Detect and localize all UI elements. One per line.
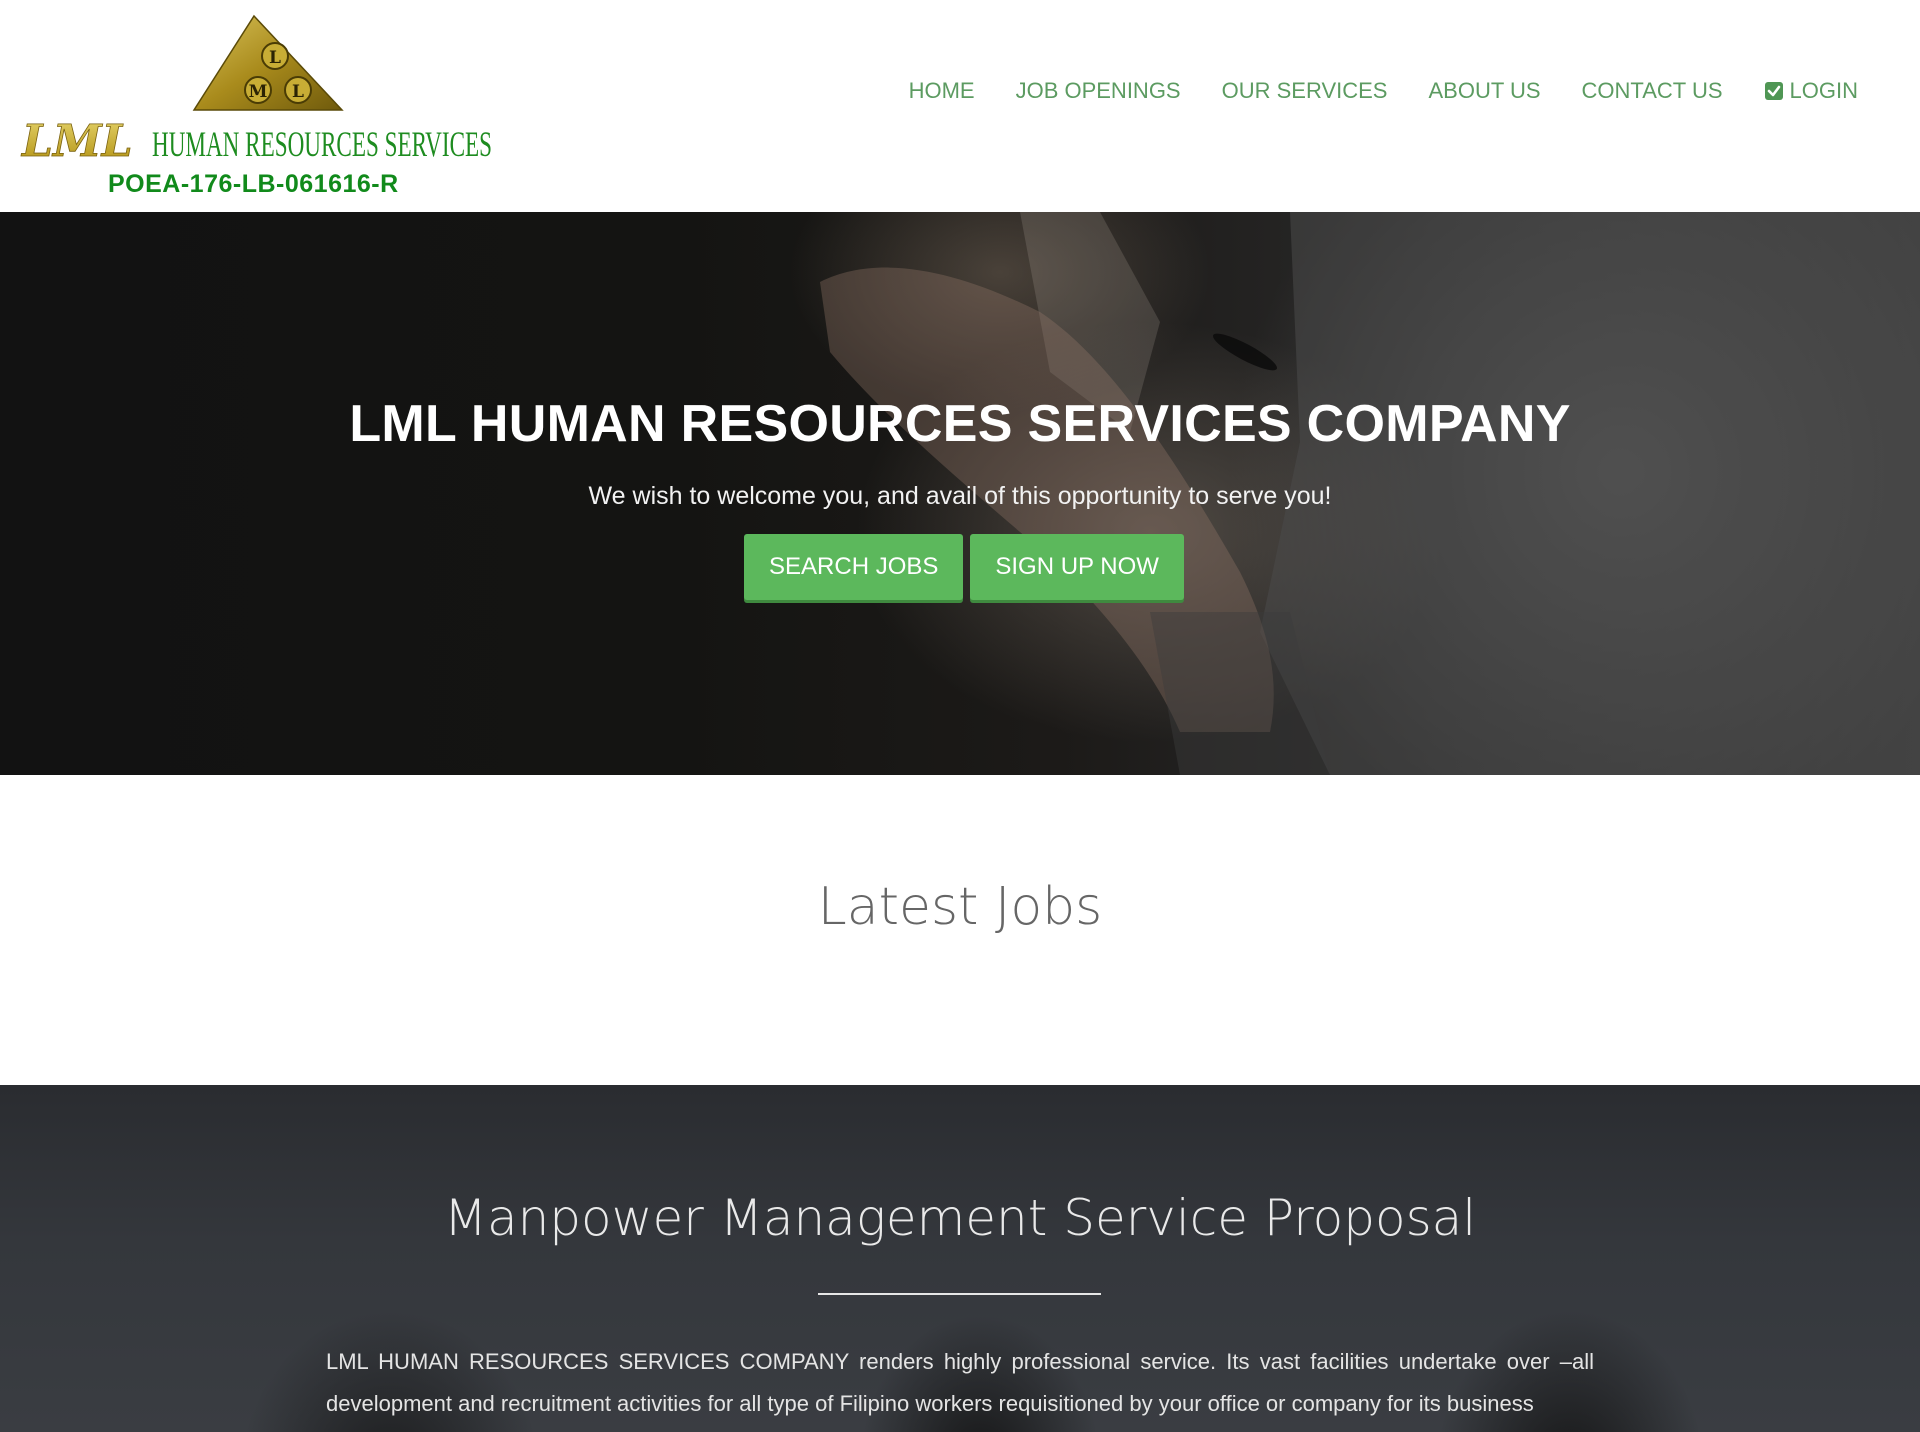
company-logo[interactable]: L M L LML HUMAN RESOURCES SERVICES POEA-… <box>20 12 500 202</box>
svg-text:LML: LML <box>20 116 133 162</box>
proposal-text: LML HUMAN RESOURCES SERVICES COMPANY ren… <box>326 1349 1594 1416</box>
nav-login-label: LOGIN <box>1789 78 1858 103</box>
svg-text:L: L <box>269 48 281 68</box>
license-number: POEA-176-LB-061616-R <box>108 170 399 198</box>
hero-banner: LML HUMAN RESOURCES SERVICES COMPANY We … <box>0 212 1920 775</box>
nav-home-label: HOME <box>908 78 975 103</box>
nav-login[interactable]: LOGIN <box>1764 78 1858 104</box>
latest-jobs-section: Latest Jobs <box>0 775 1920 1085</box>
nav-our-services-label: OUR SERVICES <box>1221 78 1388 103</box>
check-square-icon <box>1764 81 1784 101</box>
proposal-divider <box>818 1293 1101 1295</box>
proposal-section: Manpower Management Service Proposal LML… <box>0 1085 1920 1432</box>
main-nav: HOME JOB OPENINGS OUR SERVICES ABOUT US … <box>909 78 1858 104</box>
hero-subtitle: We wish to welcome you, and avail of thi… <box>588 482 1332 510</box>
search-jobs-button[interactable]: SEARCH JOBS <box>744 534 964 600</box>
logo-pyramid-icon: L M L LML HUMAN RESOURCES SERVICES <box>20 14 492 162</box>
svg-text:L: L <box>292 82 304 102</box>
nav-home[interactable]: HOME <box>909 78 975 104</box>
nav-job-openings-label: JOB OPENINGS <box>1015 78 1181 103</box>
sign-up-now-button[interactable]: SIGN UP NOW <box>970 534 1184 600</box>
svg-text:HUMAN RESOURCES SERVICES: HUMAN RESOURCES SERVICES <box>152 124 492 162</box>
nav-contact-us[interactable]: CONTACT US <box>1582 78 1723 104</box>
site-header: L M L LML HUMAN RESOURCES SERVICES POEA-… <box>0 0 1920 212</box>
proposal-title: Manpower Management Service Proposal <box>443 1189 1477 1247</box>
hero-title: LML HUMAN RESOURCES SERVICES COMPANY <box>349 395 1571 453</box>
nav-our-services[interactable]: OUR SERVICES <box>1222 78 1388 104</box>
nav-about-us-label: ABOUT US <box>1428 78 1541 103</box>
latest-jobs-title: Latest Jobs <box>817 877 1103 937</box>
hero-buttons: SEARCH JOBS SIGN UP NOW <box>744 534 1184 600</box>
svg-text:M: M <box>249 82 268 102</box>
nav-job-openings[interactable]: JOB OPENINGS <box>1016 78 1181 104</box>
nav-about-us[interactable]: ABOUT US <box>1428 78 1540 104</box>
nav-contact-us-label: CONTACT US <box>1581 78 1723 103</box>
